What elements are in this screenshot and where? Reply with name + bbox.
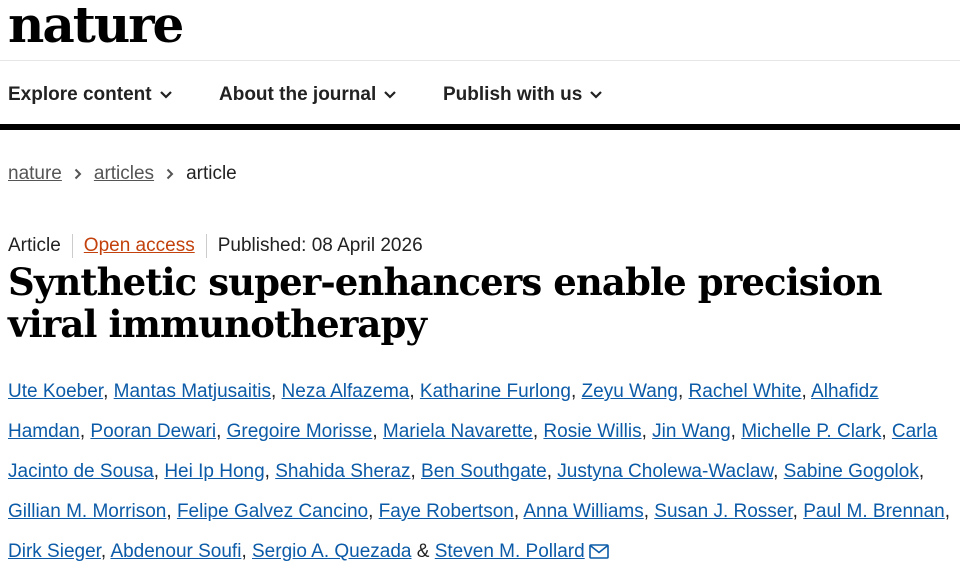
breadcrumb-link-articles[interactable]: articles <box>94 163 154 185</box>
nav-explore-content[interactable]: Explore content <box>8 84 172 106</box>
author-link[interactable]: Justyna Cholewa-Waclaw <box>557 461 773 482</box>
author-link[interactable]: Pooran Dewari <box>90 421 216 442</box>
author-link[interactable]: Mariela Navarette <box>383 421 533 442</box>
chevron-down-icon <box>384 91 397 99</box>
author-link[interactable]: Neza Alfazema <box>282 381 410 402</box>
author-link[interactable]: Ben Southgate <box>421 461 547 482</box>
author-link[interactable]: Sergio A. Quezada <box>252 541 412 562</box>
nav-explore-content-label: Explore content <box>8 84 152 105</box>
open-access-link[interactable]: Open access <box>84 235 195 257</box>
author-link[interactable]: Dirk Sieger <box>8 541 101 562</box>
article-meta: Article Open access Published: 08 April … <box>8 234 423 258</box>
article-title: Synthetic super-enhancers enable precisi… <box>8 260 883 346</box>
chevron-right-icon <box>166 168 174 180</box>
nav-about-the-journal[interactable]: About the journal <box>219 84 397 106</box>
author-link[interactable]: Rachel White <box>689 381 802 402</box>
author-link[interactable]: Steven M. Pollard <box>435 541 585 562</box>
author-link[interactable]: Katharine Furlong <box>420 381 571 402</box>
main-nav: Explore content About the journal Publis… <box>0 61 960 130</box>
breadcrumb-link-nature[interactable]: nature <box>8 163 62 185</box>
breadcrumb-current: article <box>186 163 237 184</box>
author-link[interactable]: Rosie Willis <box>543 421 641 442</box>
nav-publish-with-us[interactable]: Publish with us <box>443 84 603 106</box>
author-link[interactable]: Felipe Galvez Cancino <box>177 501 368 522</box>
author-link[interactable]: Gregoire Morisse <box>227 421 373 442</box>
chevron-down-icon <box>590 91 603 99</box>
author-link[interactable]: Gillian M. Morrison <box>8 501 166 522</box>
nav-publish-with-us-label: Publish with us <box>443 84 583 105</box>
author-link[interactable]: Jin Wang <box>652 421 731 442</box>
author-link[interactable]: Michelle P. Clark <box>741 421 881 442</box>
published-date: Published: 08 April 2026 <box>217 235 423 256</box>
nav-about-the-journal-label: About the journal <box>219 84 377 105</box>
author-link[interactable]: Sabine Gogolok <box>784 461 919 482</box>
author-link[interactable]: Anna Williams <box>523 501 643 522</box>
chevron-right-icon <box>74 168 82 180</box>
article-type: Article <box>8 235 61 256</box>
mail-icon[interactable] <box>588 544 609 559</box>
author-link[interactable]: Ute Koeber <box>8 381 103 402</box>
meta-divider <box>205 234 207 258</box>
author-link[interactable]: Abdenour Soufi <box>110 541 241 562</box>
breadcrumb: nature articles article <box>8 163 237 185</box>
meta-divider <box>71 234 73 258</box>
chevron-down-icon <box>159 91 172 99</box>
author-link[interactable]: Mantas Matjusaitis <box>114 381 271 402</box>
author-link[interactable]: Zeyu Wang <box>582 381 678 402</box>
site-header: nature <box>0 0 960 61</box>
author-link[interactable]: Hei Ip Hong <box>164 461 264 482</box>
author-link[interactable]: Faye Robertson <box>379 501 514 522</box>
author-link[interactable]: Susan J. Rosser <box>654 501 792 522</box>
nature-logo[interactable]: nature <box>8 0 184 56</box>
author-link[interactable]: Shahida Sheraz <box>275 461 410 482</box>
author-list: Ute Koeber, Mantas Matjusaitis, Neza Alf… <box>8 381 951 562</box>
author-link[interactable]: Paul M. Brennan <box>803 501 945 522</box>
